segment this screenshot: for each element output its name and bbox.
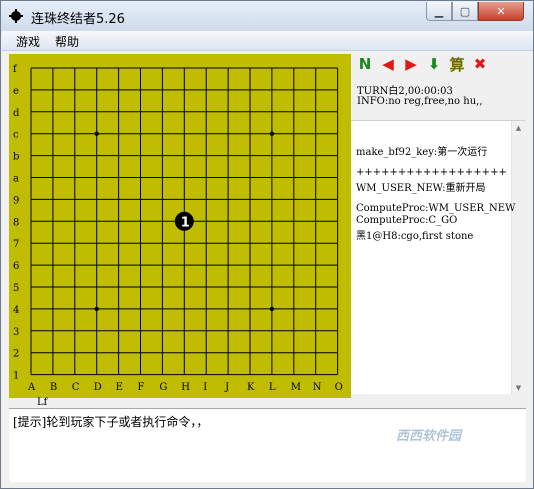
maximize-button[interactable]: ▢ (452, 2, 478, 21)
scroll-up-icon[interactable]: ▲ (512, 121, 525, 135)
prompt-text: [提示]轮到玩家下子或者执行命令，， (13, 415, 209, 429)
log-line: ComputeProc:C_GO (356, 215, 458, 226)
row-label: e (13, 86, 19, 97)
app-icon (9, 9, 23, 23)
board-grid[interactable]: fedcba987654321A B C D E F G H I J K L M N O1 (9, 54, 351, 398)
column-label: A (27, 382, 36, 393)
column-label: E (116, 382, 123, 393)
new-game-icon: N (358, 55, 372, 73)
menu-game[interactable]: 游戏 (16, 33, 40, 50)
redo-icon: ▶ (405, 55, 417, 73)
undo-icon: ◀ (382, 55, 394, 73)
row-label: 5 (13, 283, 19, 294)
maximize-icon: ▢ (459, 4, 471, 18)
star-point (269, 131, 275, 136)
row-label: 8 (13, 217, 19, 228)
row-label: 3 (13, 327, 19, 338)
cancel-button[interactable]: ✖ (471, 55, 489, 73)
client-area: fedcba987654321ABCDEFGHIJKLMNO1 N ◀ ▶ ⬇ 算 ✖ T… (9, 52, 526, 482)
scroll-down-icon[interactable]: ▼ (512, 381, 525, 394)
compute-button[interactable]: 算 (448, 55, 466, 74)
download-icon: ⬇ (427, 55, 441, 73)
log-panel[interactable]: ▲ ▼ make_bf92_key:第一次运行 +++++++++++++++++… (351, 120, 525, 394)
column-label: C (72, 382, 80, 393)
column-label: L (269, 382, 276, 393)
row-label: d (13, 108, 20, 119)
log-line: 黑1@H8:cgo,first stone (356, 231, 474, 242)
row-label: 7 (13, 239, 19, 250)
menu-bar: 游戏 帮助 (2, 31, 533, 51)
app-window: 连珠终结者5.26 ▁ ▢ ✕ 游戏 帮助 fedcba987654321ABC… (0, 0, 534, 489)
log-scrollbar[interactable]: ▲ ▼ (511, 121, 525, 394)
row-label: c (13, 130, 19, 141)
column-label: F (138, 382, 145, 393)
minimize-icon: ▁ (434, 4, 444, 18)
star-point (94, 131, 99, 136)
board-footer-label: Lf (37, 397, 48, 408)
log-line: make_bf92_key:第一次运行 (356, 147, 488, 158)
toolbar: N ◀ ▶ ⬇ 算 ✖ (356, 55, 496, 75)
close-button[interactable]: ✕ (478, 2, 524, 21)
row-label: 9 (13, 195, 19, 206)
log-line: ComputeProc:WM_USER_NEW (356, 203, 516, 214)
info-status: INFO:no reg,free,no hu,, (357, 96, 483, 107)
window-title: 连珠终结者5.26 (31, 12, 125, 27)
row-label: 1 (13, 371, 19, 382)
column-label: N (313, 382, 322, 393)
row-label: a (13, 174, 19, 185)
row-label: 2 (13, 349, 19, 360)
log-line: WM_USER_NEW:重新开局 (356, 183, 486, 194)
row-label: 6 (13, 261, 19, 272)
compute-icon: 算 (449, 55, 465, 74)
row-label: b (13, 152, 19, 163)
cancel-icon: ✖ (473, 55, 487, 73)
minimize-button[interactable]: ▁ (426, 2, 452, 21)
column-label: K (247, 382, 255, 393)
column-label: I (203, 382, 207, 393)
column-label: J (224, 382, 229, 393)
column-label: G (159, 382, 167, 393)
game-board[interactable]: fedcba987654321ABCDEFGHIJKLMNO1 (9, 54, 351, 398)
column-label: O (335, 382, 343, 393)
undo-button[interactable]: ◀ (379, 55, 397, 73)
row-label: f (13, 64, 18, 75)
stone-number: 1 (181, 215, 190, 230)
star-point (94, 306, 99, 312)
redo-button[interactable]: ▶ (402, 55, 420, 73)
download-button[interactable]: ⬇ (425, 55, 443, 73)
log-line: ++++++++++++++++++ (356, 167, 507, 178)
turn-status: TURN白2,00:00:03 (357, 86, 453, 97)
row-label: 4 (13, 305, 19, 316)
new-game-button[interactable]: N (356, 55, 374, 73)
star-point (269, 306, 275, 312)
column-label: B (50, 382, 57, 393)
watermark-logo: 西西软件园 (396, 429, 462, 444)
title-bar: 连珠终结者5.26 ▁ ▢ ✕ (1, 1, 533, 31)
column-label: D (94, 382, 102, 393)
menu-help[interactable]: 帮助 (55, 33, 79, 50)
column-label: H (181, 382, 190, 393)
prompt-area[interactable]: [提示]轮到玩家下子或者执行命令，， (9, 408, 526, 482)
column-label: M (291, 382, 301, 393)
close-icon: ✕ (496, 4, 506, 18)
